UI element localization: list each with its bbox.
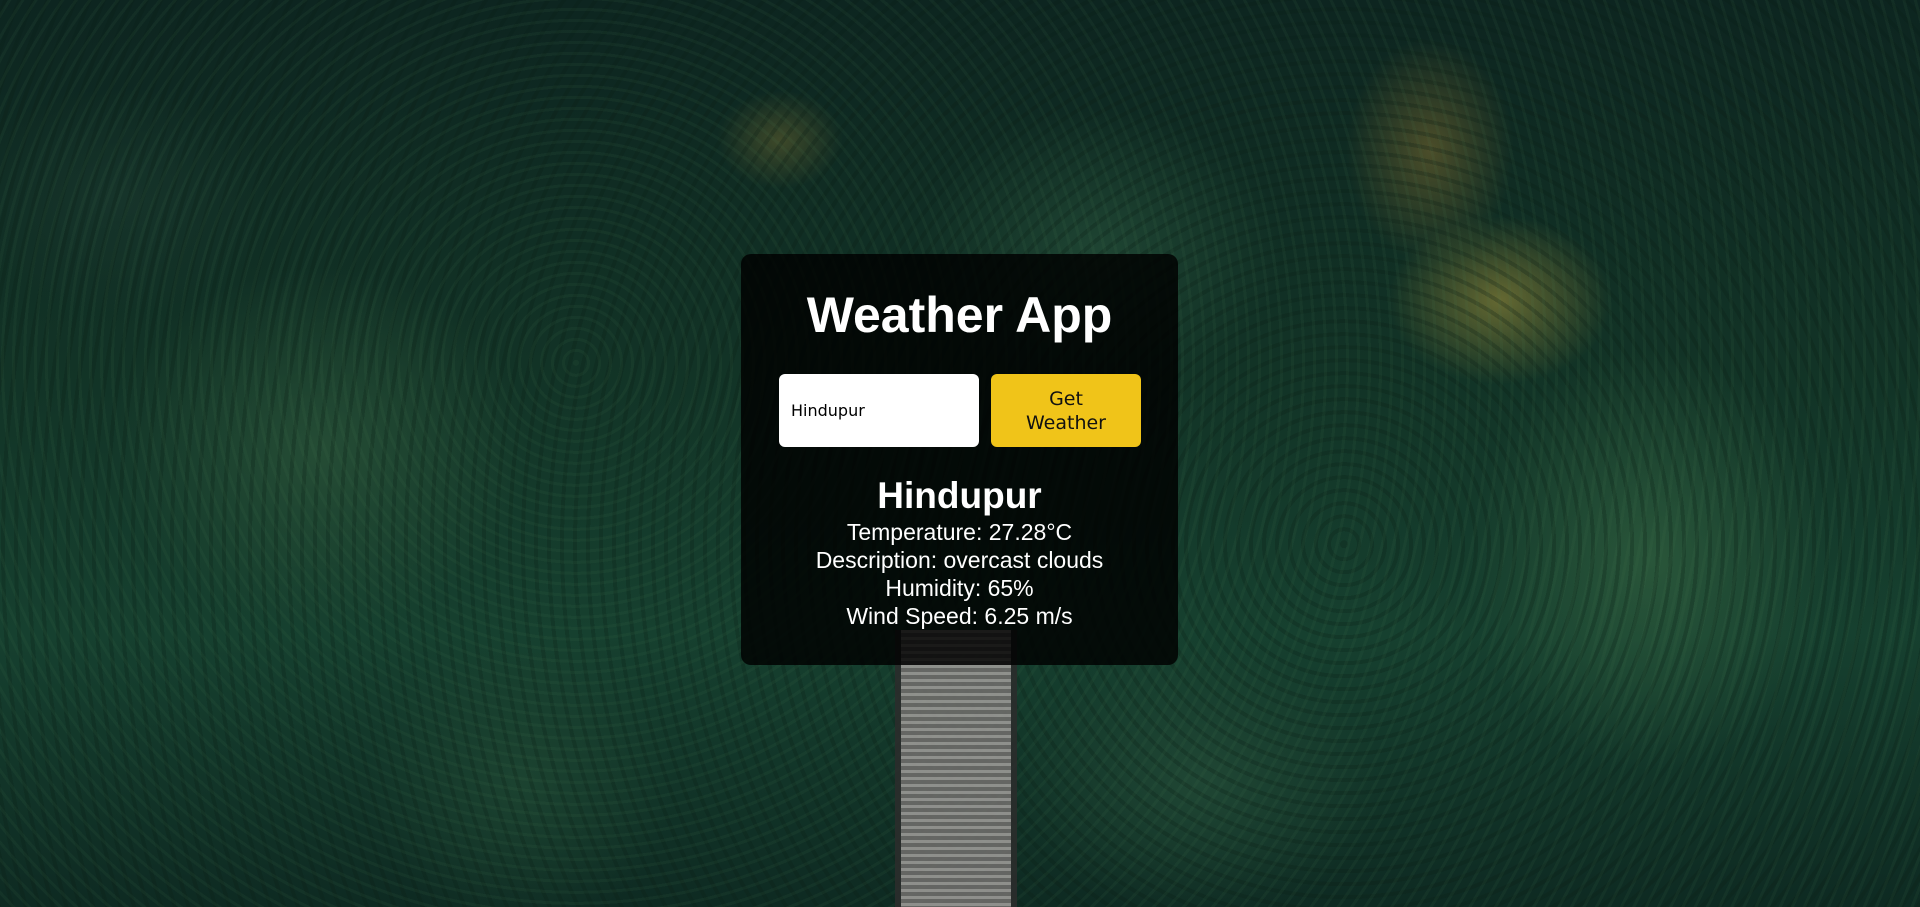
bridge-image <box>895 630 1017 907</box>
result-wind-speed: Wind Speed: 6.25 m/s <box>846 603 1073 629</box>
result-temperature: Temperature: 27.28°C <box>846 519 1073 545</box>
result-humidity: Humidity: 65% <box>885 575 1034 601</box>
weather-card: Weather App Get Weather Hindupur Tempera… <box>741 254 1178 665</box>
app-title: Weather App <box>806 287 1113 343</box>
weather-result: Hindupur Temperature: 27.28°C Descriptio… <box>741 474 1178 630</box>
result-city: Hindupur <box>877 475 1042 516</box>
get-weather-button[interactable]: Get Weather <box>991 374 1141 447</box>
city-input[interactable] <box>779 374 979 447</box>
result-description: Description: overcast clouds <box>815 547 1104 573</box>
page: Weather App Get Weather Hindupur Tempera… <box>0 0 1920 907</box>
